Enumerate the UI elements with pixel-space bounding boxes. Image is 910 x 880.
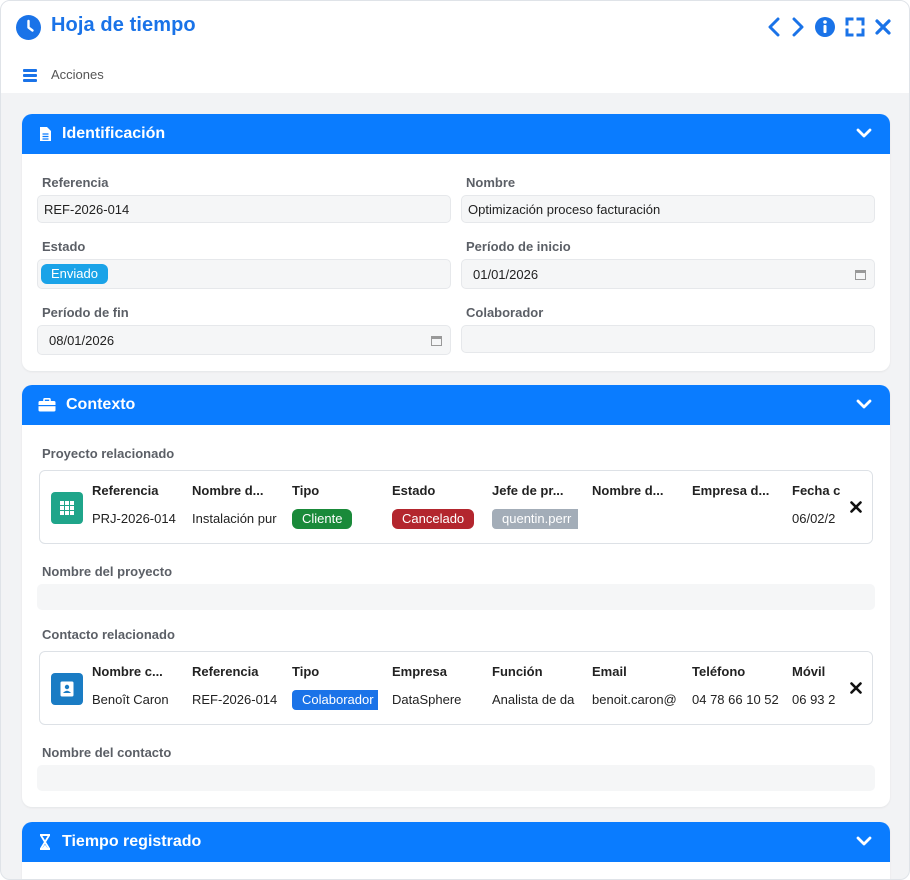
referencia-label: Referencia — [42, 175, 109, 190]
chevron-down-icon[interactable] — [856, 397, 872, 415]
estado-badge: Cancelado — [392, 509, 475, 529]
remove-project-icon[interactable] — [848, 499, 864, 515]
contact-col-nombre: Nombre c... Benoît Caron — [92, 664, 169, 707]
periodo-inicio-value: 01/01/2026 — [473, 266, 539, 282]
contact-col-referencia: Referencia REF-2026-014 — [192, 664, 278, 707]
periodo-fin-input[interactable]: 08/01/2026 — [37, 325, 451, 355]
section-contexto: Contexto Proyecto relacionado Referencia… — [22, 385, 890, 807]
tipo-badge: Cliente — [292, 509, 353, 529]
colaborador-label: Colaborador — [466, 305, 544, 320]
hourglass-icon — [36, 833, 54, 851]
estado-badge: Enviado — [41, 264, 108, 284]
section-tiempo-registrado: Tiempo registrado — [22, 822, 890, 879]
document-icon — [36, 125, 54, 143]
nombre-proyecto-field — [37, 584, 875, 610]
section-title: Identificación — [62, 125, 166, 142]
contact-col-movil: Móvil 06 93 2 — [792, 664, 836, 707]
periodo-inicio-label: Período de inicio — [466, 239, 571, 254]
referencia-field[interactable]: REF-2026-014 — [37, 195, 451, 223]
tipo-badge: Colaborador — [292, 690, 378, 710]
nombre-value: Optimización proceso facturación — [468, 201, 661, 217]
project-col-tipo: Tipo Cliente — [292, 483, 380, 529]
related-project-card[interactable]: Referencia PRJ-2026-014 Nombre d... Instal… — [39, 470, 873, 544]
nombre-contacto-field — [37, 765, 875, 791]
project-col-referencia: Referencia PRJ-2026-014 — [92, 483, 176, 526]
proyecto-relacionado-label: Proyecto relacionado — [42, 446, 175, 461]
project-col-nombre-2: Nombre d... — [592, 483, 664, 498]
info-icon[interactable] — [813, 15, 837, 39]
section-header-tiempo[interactable]: Tiempo registrado — [22, 822, 890, 862]
related-contact-card[interactable]: Nombre c... Benoît Caron Referencia REF-20… — [39, 651, 873, 725]
project-col-empresa: Empresa d... — [692, 483, 770, 498]
close-icon[interactable] — [871, 15, 895, 39]
periodo-inicio-input[interactable]: 01/01/2026 — [461, 259, 875, 289]
actions-menu[interactable]: Acciones — [51, 67, 104, 82]
clock-icon — [16, 15, 41, 40]
title-bar: Hoja de tiempo Acciones — [1, 1, 909, 93]
contact-card-icon — [51, 673, 83, 705]
project-col-fecha: Fecha c 06/02/2 — [792, 483, 840, 526]
estado-label: Estado — [42, 239, 86, 254]
periodo-fin-value: 08/01/2026 — [49, 332, 115, 348]
section-title: Tiempo registrado — [62, 833, 202, 850]
contact-col-email: Email benoit.caron@ — [592, 664, 677, 707]
section-title: Contexto — [66, 396, 136, 413]
timesheet-window: Hoja de tiempo Acciones Identificación R… — [0, 0, 910, 880]
nombre-proyecto-label: Nombre del proyecto — [42, 564, 173, 579]
periodo-fin-label: Período de fin — [42, 305, 129, 320]
chevron-down-icon[interactable] — [856, 834, 872, 852]
project-col-estado: Estado Cancelado — [392, 483, 480, 529]
chevron-down-icon[interactable] — [856, 126, 872, 144]
estado-field[interactable]: Enviado — [37, 259, 451, 289]
expand-icon[interactable] — [843, 15, 867, 39]
contacto-relacionado-label: Contacto relacionado — [42, 627, 175, 642]
contact-col-empresa: Empresa DataSphere — [392, 664, 462, 707]
colaborador-field[interactable] — [461, 325, 875, 353]
chevron-right-icon[interactable] — [786, 15, 810, 39]
section-header-contexto[interactable]: Contexto — [22, 385, 890, 425]
referencia-value: REF-2026-014 — [44, 201, 130, 217]
grid-icon — [51, 492, 83, 524]
nombre-label: Nombre — [466, 175, 516, 190]
hamburger-icon[interactable] — [23, 69, 37, 82]
calendar-icon[interactable] — [431, 334, 442, 349]
section-identificacion: Identificación Referencia REF-2026-014 N… — [22, 114, 890, 371]
contact-col-funcion: Función Analista de da — [492, 664, 575, 707]
contact-col-tipo: Tipo Colaborador — [292, 664, 380, 710]
remove-contact-icon[interactable] — [848, 680, 864, 696]
nombre-contacto-label: Nombre del contacto — [42, 745, 172, 760]
calendar-icon[interactable] — [855, 268, 866, 283]
section-header-identificacion[interactable]: Identificación — [22, 114, 890, 154]
contact-col-telefono: Teléfono 04 78 66 10 52 — [692, 664, 779, 707]
briefcase-icon — [36, 396, 58, 414]
project-col-jefe: Jefe de pr... quentin.perr — [492, 483, 580, 529]
page-title: Hoja de tiempo — [51, 14, 196, 36]
jefe-badge: quentin.perr — [492, 509, 578, 529]
nombre-field[interactable]: Optimización proceso facturación — [461, 195, 875, 223]
project-col-nombre: Nombre d... Instalación pur — [192, 483, 277, 526]
chevron-left-icon[interactable] — [762, 15, 786, 39]
